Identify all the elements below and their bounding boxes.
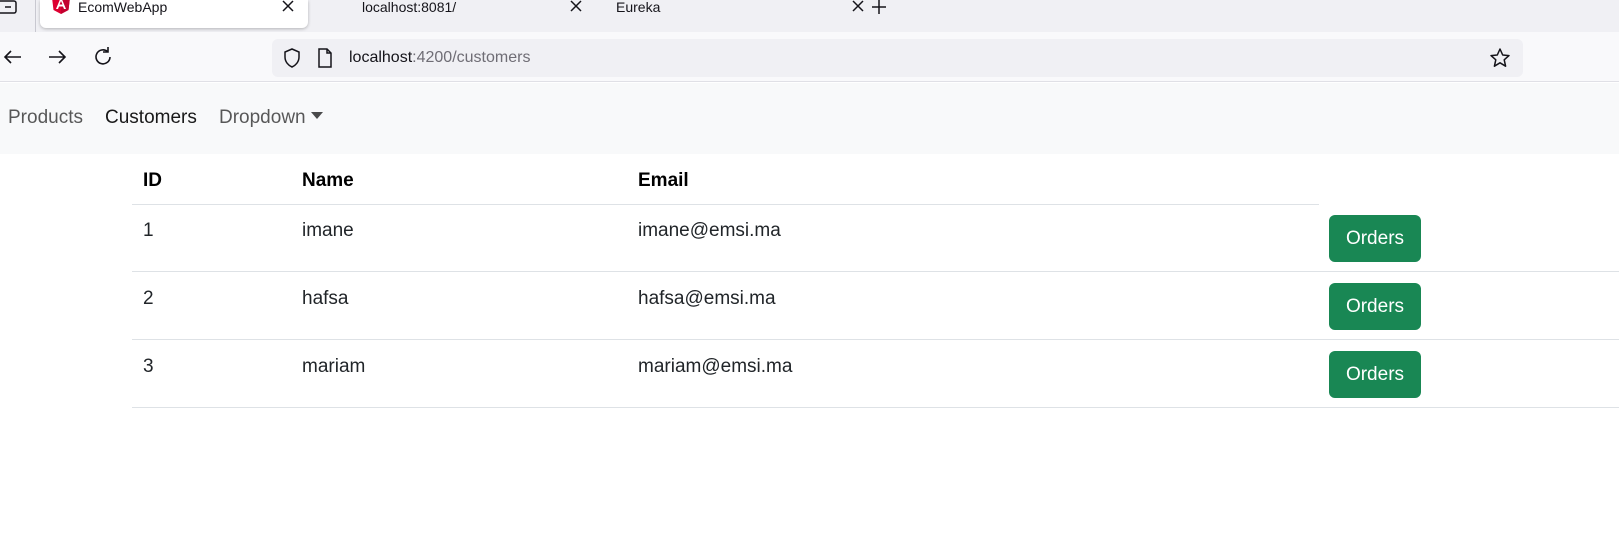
tab-separator [35, 0, 36, 32]
tab-title: localhost:8081/ [362, 0, 457, 15]
cell-email: imane@emsi.ma [638, 220, 781, 241]
cell-email: mariam@emsi.ma [638, 356, 793, 377]
tab-title: Eureka [616, 0, 661, 15]
column-header-id: ID [143, 170, 162, 191]
nav-link-products[interactable]: Products [8, 107, 83, 129]
cell-name: mariam [302, 356, 366, 377]
nav-link-customers[interactable]: Customers [105, 107, 197, 129]
tab-title: EcomWebApp [78, 0, 168, 15]
tab-localhost-8081[interactable]: localhost:8081/ [320, 0, 588, 28]
plus-icon[interactable] [869, 0, 889, 16]
cell-name: hafsa [302, 288, 349, 309]
browser-tab-strip: EcomWebApp localhost:8081/ Eureka [0, 0, 1619, 32]
page-icon[interactable] [316, 48, 334, 68]
close-icon[interactable] [568, 0, 584, 14]
row-divider [132, 339, 1619, 340]
back-arrow-icon[interactable] [0, 44, 26, 70]
address-bar[interactable]: localhost:4200/customers [272, 39, 1523, 77]
app-navbar: Products Customers Dropdown [0, 83, 1619, 154]
tab-ecomwebapp[interactable]: EcomWebApp [40, 0, 308, 28]
nav-dropdown[interactable]: Dropdown [219, 107, 323, 129]
row-divider [132, 407, 1619, 408]
cell-email: hafsa@emsi.ma [638, 288, 776, 309]
reload-icon[interactable] [90, 44, 116, 70]
column-header-name: Name [302, 170, 354, 191]
forward-arrow-icon[interactable] [44, 44, 70, 70]
orders-button[interactable]: Orders [1329, 351, 1421, 398]
cell-id: 2 [143, 288, 154, 309]
customers-table: ID Name Email 1 imane imane@emsi.ma Orde… [132, 154, 1619, 534]
tab-list-icon[interactable] [0, 0, 20, 18]
orders-button[interactable]: Orders [1329, 215, 1421, 262]
star-icon[interactable] [1489, 47, 1511, 69]
tab-eureka[interactable]: Eureka [590, 0, 864, 28]
browser-toolbar: localhost:4200/customers [0, 32, 1619, 82]
close-icon[interactable] [280, 0, 296, 14]
orders-button[interactable]: Orders [1329, 283, 1421, 330]
url-text[interactable]: localhost:4200/customers [349, 49, 530, 67]
shield-icon[interactable] [282, 48, 302, 68]
column-header-email: Email [638, 170, 689, 191]
nav-dropdown-label: Dropdown [219, 107, 306, 128]
url-path: :4200/customers [412, 49, 531, 66]
angular-icon [52, 0, 70, 14]
url-host: localhost [349, 49, 413, 66]
header-divider [132, 204, 1319, 205]
row-divider [132, 271, 1619, 272]
close-icon[interactable] [850, 0, 866, 14]
caret-down-icon [310, 112, 323, 119]
cell-name: imane [302, 220, 354, 241]
cell-id: 3 [143, 356, 154, 377]
cell-id: 1 [143, 220, 154, 241]
